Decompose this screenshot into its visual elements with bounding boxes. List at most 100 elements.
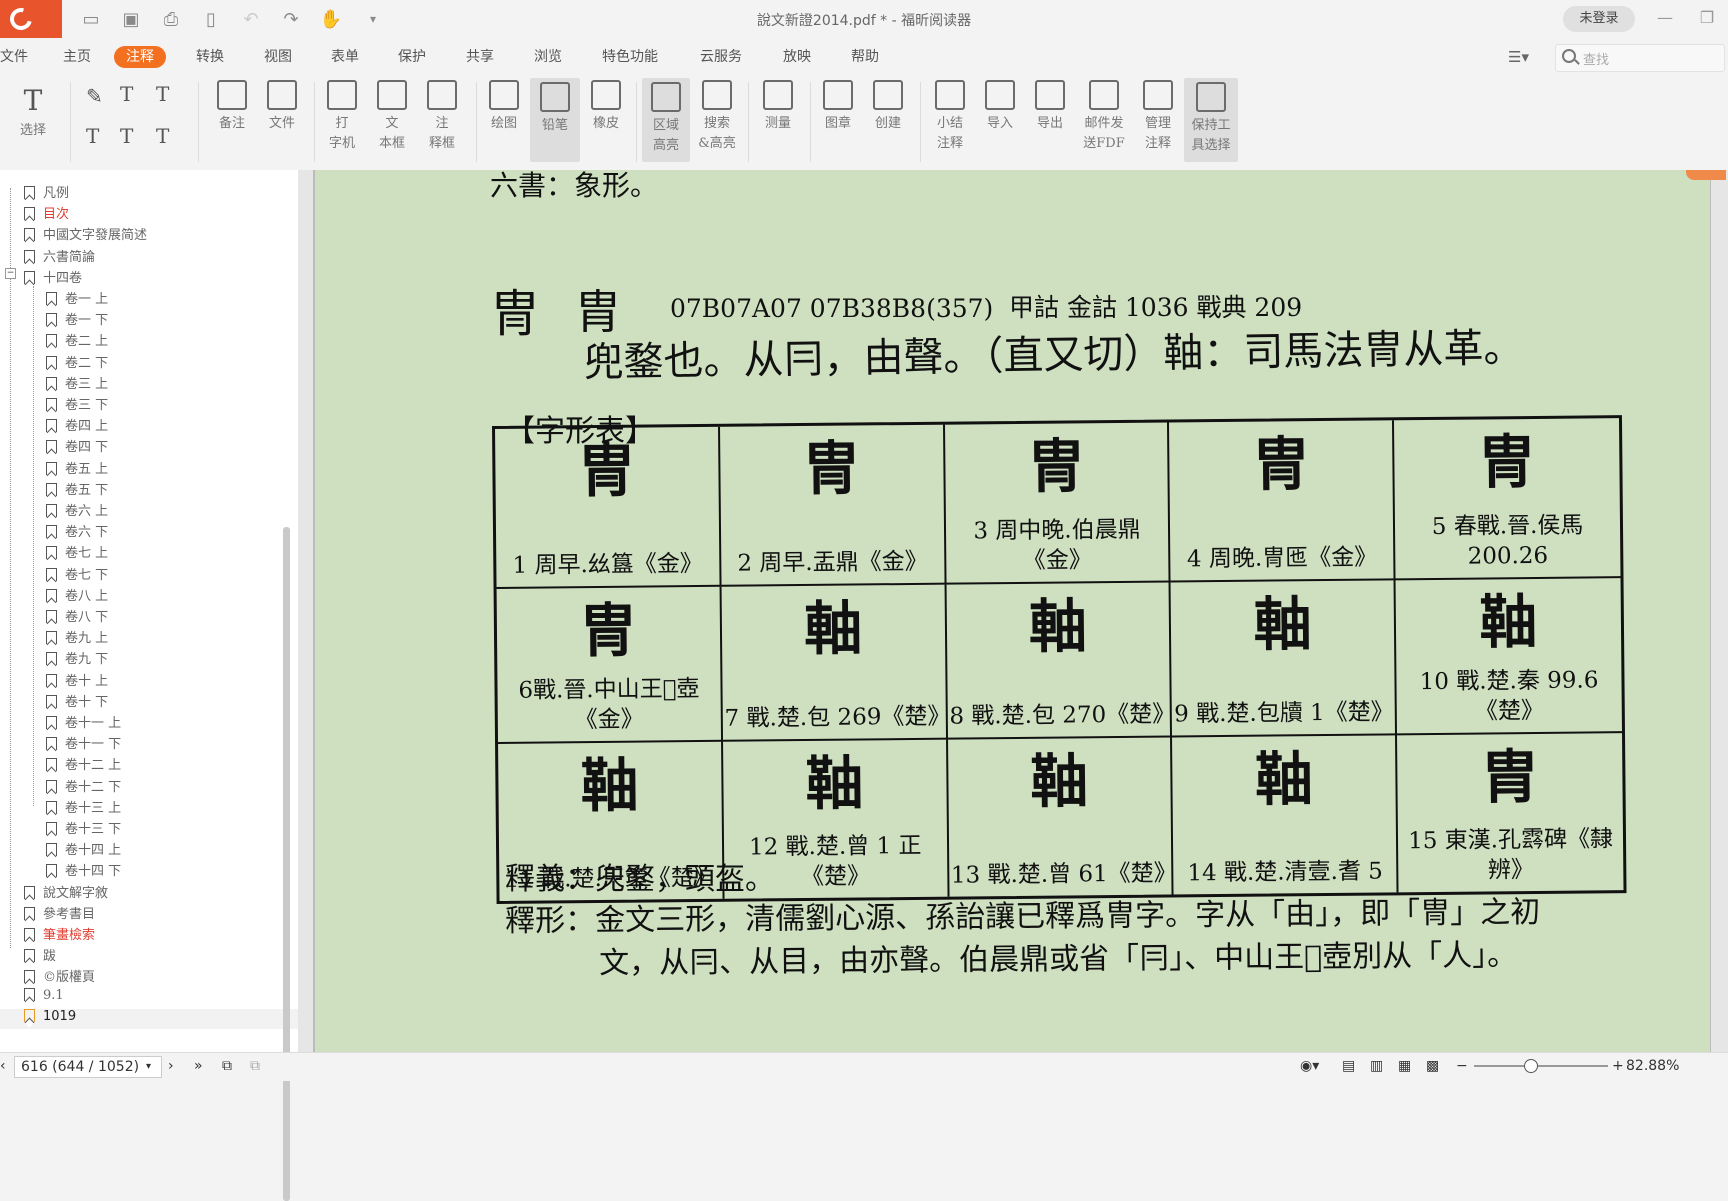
bookmark-item[interactable]: 六書简論 [24,246,95,266]
last-page-icon[interactable]: » [194,1058,203,1074]
callout-button[interactable]: 注 释框 [418,80,466,154]
bookmark-item[interactable]: 卷十四 上 [46,839,121,859]
next-page-icon[interactable]: › [168,1058,174,1074]
eraser-button[interactable]: 橡皮 [582,80,630,134]
bookmark-item[interactable]: 卷十四 下 [46,860,121,880]
bookmark-item[interactable]: 卷九 上 [46,627,108,647]
bookmark-item[interactable]: 卷二 下 [46,352,108,372]
zoom-level[interactable]: 82.88% [1626,1058,1679,1074]
rotate-view-icon[interactable]: ⧉ [222,1058,232,1074]
file-attach-button[interactable]: 文件 [258,80,306,134]
eye-view-icon[interactable]: ◉▾ [1300,1058,1319,1074]
tab-cloud[interactable]: 云服务 [700,46,742,68]
select-tool-button[interactable]: T 选择 [8,84,58,141]
bookmark-item[interactable]: ©版權頁 [24,966,95,986]
strikeout-text-icon[interactable]: T [86,124,99,148]
tab-convert[interactable]: 转换 [196,46,224,68]
tab-home[interactable]: 主页 [63,46,91,68]
bookmark-item[interactable]: 筆畫檢索 [24,924,95,944]
bookmark-item[interactable]: 卷四 上 [46,415,108,435]
squiggly-text-icon[interactable]: T [156,82,169,106]
bookmark-item[interactable]: 卷十二 下 [46,776,121,796]
bookmark-item[interactable]: 十四卷 [24,267,82,287]
bookmark-item[interactable]: 卷五 上 [46,458,108,478]
import-button[interactable]: 导入 [976,80,1024,134]
tab-help[interactable]: 帮助 [851,46,879,68]
minimize-icon[interactable]: — [1654,8,1676,30]
bookmark-item[interactable]: 卷十三 上 [46,797,121,817]
stamp-button[interactable]: 图章 [814,80,862,134]
zoom-slider[interactable] [1474,1059,1608,1073]
tab-view[interactable]: 视图 [264,46,292,68]
search-input[interactable]: 查找 [1555,44,1725,72]
single-page-icon[interactable]: ▤ [1342,1058,1355,1074]
bookmark-item[interactable]: 卷二 上 [46,330,108,350]
view-options-icon[interactable]: ☰▾ [1508,48,1529,66]
bookmark-item[interactable]: 卷八 上 [46,585,108,605]
bookmark-item[interactable]: 卷十 上 [46,670,108,690]
tab-slideshow[interactable]: 放映 [783,46,811,68]
export-button[interactable]: 导出 [1026,80,1074,134]
note-button[interactable]: 备注 [208,80,256,134]
bookmark-item[interactable]: 卷七 下 [46,564,108,584]
page-number-input[interactable]: 616 (644 / 1052) [14,1056,162,1078]
tab-form[interactable]: 表单 [331,46,359,68]
facing-page-icon[interactable]: ▦ [1398,1058,1411,1074]
highlight-icon[interactable]: ✎ [86,84,103,108]
bookmark-item[interactable]: 卷十二 上 [46,754,121,774]
collapse-toggle-icon[interactable]: − [5,268,16,279]
bookmark-item[interactable]: 9.1 [24,987,64,1008]
bookmark-item[interactable]: 卷五 下 [46,479,108,499]
bookmark-item[interactable]: 卷十一 上 [46,712,121,732]
replace-text-icon[interactable]: T [120,124,133,148]
tab-protect[interactable]: 保护 [398,46,426,68]
tab-features[interactable]: 特色功能 [602,46,658,68]
bookmark-item[interactable]: 說文解字敘 [24,882,108,902]
bookmark-item[interactable]: 卷九 下 [46,648,108,668]
underline-text-icon[interactable]: T [120,82,133,106]
manage-comments-button[interactable]: 管理 注释 [1134,80,1182,154]
bookmark-item[interactable]: 跋 [24,945,56,965]
textbox-button[interactable]: 文 本框 [368,80,416,154]
bookmark-item[interactable]: 卷十三 下 [46,818,121,838]
bookmark-item[interactable]: 卷一 上 [46,288,108,308]
bookmark-item[interactable]: 卷八 下 [46,606,108,626]
bookmark-item[interactable]: 卷十一 下 [46,733,121,753]
typewriter-button[interactable]: 打 字机 [318,80,366,154]
tab-browse[interactable]: 浏览 [534,46,562,68]
tab-share[interactable]: 共享 [466,46,494,68]
tab-file[interactable]: 文件 [0,46,28,68]
bookmark-item[interactable]: 卷七 上 [46,542,108,562]
summarize-comments-button[interactable]: 小结 注释 [926,80,974,154]
bookmark-item[interactable]: 凡例 [24,182,69,202]
bookmark-item[interactable]: 卷一 下 [46,309,108,329]
login-button[interactable]: 未登录 [1563,6,1635,32]
measure-button[interactable]: 测量 [754,80,802,134]
bookmark-item[interactable]: 卷六 上 [46,500,108,520]
bookmark-item[interactable]: 卷三 下 [46,394,108,414]
email-fdf-button[interactable]: 邮件发 送FDF [1076,80,1132,154]
prev-page-icon[interactable]: ‹ [0,1058,6,1074]
document-scrollbar[interactable] [1686,170,1726,180]
keep-tool-selected-button[interactable]: 保持工 具选择 [1184,78,1238,162]
zoom-out-icon[interactable]: − [1456,1058,1468,1074]
area-highlight-button[interactable]: 区域 高亮 [642,78,690,162]
bookmark-item[interactable]: 中國文字發展简述 [24,224,147,244]
bookmark-item[interactable]: 參考書目 [24,903,95,923]
insert-text-icon[interactable]: T [156,124,169,148]
create-stamp-button[interactable]: 创建 [864,80,912,134]
drawing-button[interactable]: 绘图 [480,80,528,134]
pencil-button[interactable]: 铅笔 [530,78,580,162]
search-highlight-button[interactable]: 搜索 &高亮 [692,80,742,154]
extract-page-icon[interactable]: ⧉ [250,1058,260,1074]
zoom-in-icon[interactable]: + [1612,1058,1624,1074]
continuous-page-icon[interactable]: ▥ [1370,1058,1383,1074]
tab-comment[interactable]: 注释 [114,46,166,68]
bookmark-item[interactable]: 目次 [24,203,69,223]
bookmark-item[interactable]: 1019 [0,1008,299,1029]
bookmark-item[interactable]: 卷十 下 [46,691,108,711]
continuous-facing-icon[interactable]: ▩ [1426,1058,1439,1074]
bookmark-item[interactable]: 卷三 上 [46,373,108,393]
bookmark-scrollbar[interactable] [283,527,290,1201]
bookmark-item[interactable]: 卷四 下 [46,436,108,456]
